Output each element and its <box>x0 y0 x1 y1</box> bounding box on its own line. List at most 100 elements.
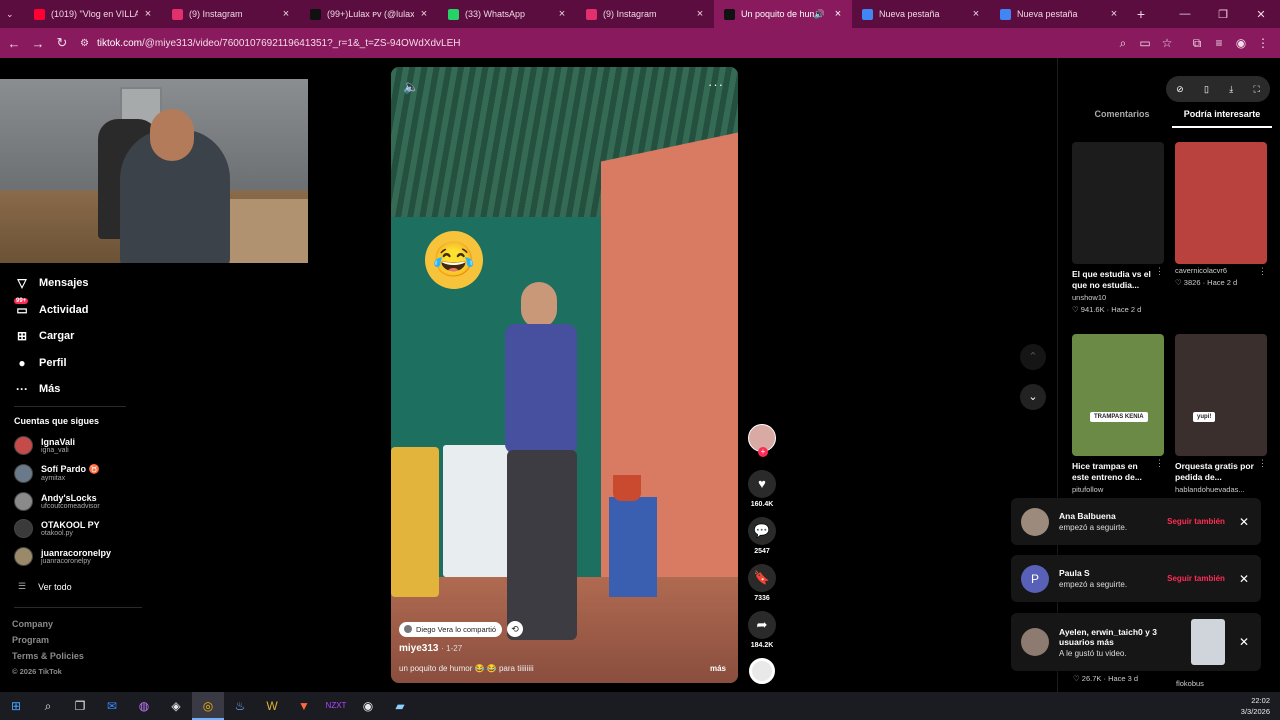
close-tab-icon[interactable]: × <box>1108 8 1120 20</box>
tab-comments[interactable]: Comentarios <box>1072 102 1172 128</box>
notification-toast[interactable]: P Paula S empezó a seguirte. Seguir también… <box>1011 555 1261 602</box>
followed-account[interactable]: juanracoronelpy juanracoronelpy <box>14 547 111 567</box>
steam-icon[interactable]: ♨ <box>224 692 256 720</box>
video-author[interactable]: miye313 · 1-27 <box>399 643 462 654</box>
followed-account[interactable]: IgnaVali igna_vali <box>14 436 75 455</box>
music-disc-icon[interactable] <box>749 658 775 684</box>
followed-account[interactable]: Andy'sLocks ufcoutcomeadvisor <box>14 491 100 511</box>
browser-tab[interactable]: (33) WhatsApp × <box>438 0 576 28</box>
bookmark-icon[interactable]: 🔖 <box>748 564 776 592</box>
recommended-video-card[interactable]: TRAMPAS KENIA Hice trampas en este entren… <box>1072 334 1164 494</box>
cast-icon[interactable]: ▭ <box>1134 36 1156 50</box>
minimize-icon[interactable]: — <box>1166 8 1204 20</box>
app2-icon[interactable]: ▰ <box>384 692 416 720</box>
recommended-video-card[interactable]: El que estudia vs el que no estudia... un… <box>1072 142 1164 314</box>
card-more-icon[interactable]: ⋮ <box>1155 458 1164 469</box>
share-icon[interactable]: ➦ <box>748 611 776 639</box>
follow-back-button[interactable]: Seguir también <box>1167 574 1225 583</box>
bookmark-star-icon[interactable]: ☆ <box>1156 36 1178 50</box>
profile-avatar-icon[interactable]: ◉ <box>1230 36 1252 50</box>
forward-arrow-icon[interactable]: → <box>26 36 50 51</box>
reload-icon[interactable]: ↻ <box>50 35 74 51</box>
volume-icon[interactable]: 🔈 <box>403 79 419 95</box>
sidebar-item-upload[interactable]: ⊞ Cargar <box>14 323 89 350</box>
footer-link[interactable]: Company <box>12 619 53 629</box>
close-tab-icon[interactable]: × <box>418 8 430 20</box>
footer-link[interactable]: Terms & Policies <box>12 651 84 661</box>
download-icon[interactable]: ⤓ <box>1229 84 1233 95</box>
chevron-up-icon[interactable]: ⌃ <box>1020 344 1046 370</box>
chrome-icon[interactable]: ◎ <box>192 692 224 720</box>
video-player[interactable]: 😂 🔈 ··· Diego Vera lo compartió ⟲ miye31… <box>391 67 738 683</box>
menu-dots-icon[interactable]: ⋮ <box>1252 36 1274 50</box>
app-icon[interactable]: ◈ <box>160 692 192 720</box>
card-more-icon[interactable]: ⋮ <box>1155 266 1164 277</box>
close-tab-icon[interactable]: × <box>142 8 154 20</box>
browser-tab[interactable]: (9) Instagram × <box>162 0 300 28</box>
like-heart-icon[interactable]: ♥ <box>748 470 776 498</box>
video-more-icon[interactable]: ··· <box>708 77 724 92</box>
tab-search-button[interactable]: ⌄ <box>0 0 24 28</box>
video-thumbnail[interactable]: yupi! <box>1175 334 1267 456</box>
card-more-icon[interactable]: ⋮ <box>1258 266 1267 277</box>
nzxt-icon[interactable]: NZXT <box>320 692 352 720</box>
new-tab-button[interactable]: + <box>1128 6 1154 22</box>
phone-icon[interactable]: ▯ <box>1204 84 1209 95</box>
browser-tab[interactable]: (1019) "Vlog en VILLARRI × <box>24 0 162 28</box>
browser-tab[interactable]: (99+)Lulax ᴘᴠ (@lulaxpy) | × <box>300 0 438 28</box>
browser-tab[interactable]: Nueva pestaña × <box>852 0 990 28</box>
sidebar-item-send[interactable]: ▽ Mensajes <box>14 270 88 297</box>
sidebar-item-more[interactable]: ··· Más <box>14 376 89 403</box>
close-icon[interactable]: ✕ <box>1239 635 1249 649</box>
browser-tab[interactable]: (9) Instagram × <box>576 0 714 28</box>
address-bar[interactable]: ⚙ tiktok.com/@miye313/video/760010769211… <box>80 32 1130 54</box>
follow-back-button[interactable]: Seguir también <box>1167 517 1225 526</box>
discord-icon[interactable]: ◍ <box>128 692 160 720</box>
followed-account[interactable]: Sofí Pardo ♉ aymitax <box>14 463 100 483</box>
sidebar-item-activity[interactable]: ▭ 99+ Actividad <box>14 297 89 324</box>
obs-icon[interactable]: ◉ <box>352 692 384 720</box>
search-icon[interactable]: ⌕ <box>32 692 64 720</box>
chevron-down-icon[interactable]: ⌄ <box>1020 384 1046 410</box>
tab-recommended[interactable]: Podría interesarte <box>1172 102 1272 128</box>
close-tab-icon[interactable]: × <box>694 8 706 20</box>
back-arrow-icon[interactable]: ← <box>2 36 26 51</box>
brave-icon[interactable]: ▼ <box>288 692 320 720</box>
creator-avatar[interactable]: + <box>748 424 776 457</box>
video-thumbnail[interactable] <box>1072 142 1164 264</box>
zoom-icon[interactable]: ⌕ <box>1112 36 1134 51</box>
sidebar-item-profile[interactable]: ● Perfil <box>14 350 89 377</box>
video-thumbnail[interactable] <box>1175 142 1267 264</box>
notification-toast[interactable]: Ana Balbuena empezó a seguirte. Seguir tam… <box>1011 498 1261 545</box>
see-all-link[interactable]: ☰ Ver todo <box>18 581 72 592</box>
footer-link[interactable]: Program <box>12 635 49 645</box>
close-tab-icon[interactable]: × <box>970 8 982 20</box>
comment-icon[interactable]: 💬 <box>748 517 776 545</box>
expand-icon[interactable]: ⛶ <box>1254 84 1260 95</box>
mail-icon[interactable]: ✉ <box>96 692 128 720</box>
close-icon[interactable]: ✕ <box>1239 515 1249 529</box>
notification-toast[interactable]: Ayelen, erwin_taich0 y 3 usuarios más A l… <box>1011 613 1261 671</box>
media-icon[interactable]: ≡ <box>1208 36 1230 50</box>
close-icon[interactable]: ✕ <box>1239 572 1249 586</box>
recommended-video-card[interactable]: yupi! Orquesta gratis por pedida de... hab… <box>1175 334 1267 494</box>
browser-tab[interactable]: Un poquito de humor🔊 × <box>714 0 852 28</box>
close-tab-icon[interactable]: × <box>280 8 292 20</box>
caption-more-link[interactable]: más <box>710 664 726 673</box>
browser-tab[interactable]: Nueva pestaña × <box>990 0 1128 28</box>
follow-plus-icon[interactable]: + <box>758 447 768 457</box>
followed-account[interactable]: OTAKOOL PY otakool.py <box>14 519 100 539</box>
shared-by-pill[interactable]: Diego Vera lo compartió <box>399 621 503 637</box>
game-icon[interactable]: W <box>256 692 288 720</box>
close-tab-icon[interactable]: × <box>556 8 568 20</box>
avatar[interactable]: + <box>748 424 776 457</box>
card-more-icon[interactable]: ⋮ <box>1258 458 1267 469</box>
extensions-icon[interactable]: ⧉ <box>1186 36 1208 51</box>
compass-icon[interactable]: ⊘ <box>1176 84 1184 95</box>
restore-icon[interactable]: ❐ <box>1204 8 1242 21</box>
site-info-icon[interactable]: ⚙ <box>80 38 89 49</box>
recommended-video-card[interactable]: cavernicolacvr6 ♡ 3826 · Hace 2 d ⋮ <box>1175 142 1267 287</box>
close-tab-icon[interactable]: × <box>832 8 844 20</box>
windows-start-icon[interactable]: ⊞ <box>0 692 32 720</box>
video-thumbnail[interactable]: TRAMPAS KENIA <box>1072 334 1164 456</box>
